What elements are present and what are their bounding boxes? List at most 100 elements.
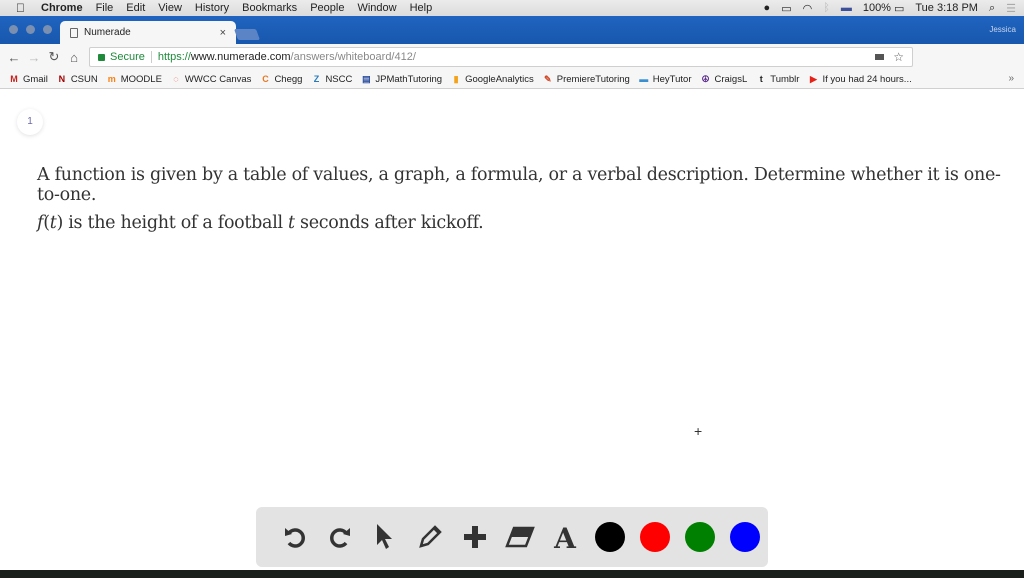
color-palette [587,522,767,552]
clock[interactable]: Tue 3:18 PM [915,2,978,14]
bookmark-item[interactable]: C Chegg [260,74,302,85]
svg-text:A: A [553,523,577,551]
bookmark-item[interactable]: ▬ HeyTutor [639,73,692,85]
bookmark-label: NSCC [325,73,353,85]
bookmark-item[interactable]: t Tumblr [756,74,800,85]
color-swatch-black[interactable] [594,522,625,552]
color-swatch-green[interactable] [684,522,715,552]
pencil-icon [418,525,442,548]
menu-window[interactable]: Window [357,2,396,14]
color-swatch-blue[interactable] [729,522,760,552]
plus-icon [463,526,486,548]
menu-bookmarks[interactable]: Bookmarks [242,2,297,14]
menu-help[interactable]: Help [410,2,433,14]
tab-close-icon[interactable]: × [220,27,226,39]
bookmark-label: If you had 24 hours... [822,73,912,85]
menu-app-name[interactable]: Chrome [41,2,83,14]
bookmark-item[interactable]: ▤ JPMathTutoring [361,74,442,85]
bookmark-label: HeyTutor [652,73,692,85]
bookmark-item[interactable]: ◌ WWCC Canvas [171,73,252,85]
calendar-icon: ▤ [362,74,371,84]
whiteboard-toolbar: A [256,507,768,567]
bookmark-item[interactable]: Z NSCC [311,73,353,85]
chegg-icon: C [262,74,269,84]
bookmarks-overflow-icon[interactable]: » [1008,73,1014,84]
peace-icon: ☮ [701,74,710,84]
youtube-icon: ▶ [810,74,817,84]
url-scheme: https:// [157,51,191,63]
url-path: /answers/whiteboard/412/ [290,51,416,63]
bookmark-item[interactable]: ▮ GoogleAnalytics [451,74,534,85]
browser-toolbar: ← → ↻ ⌂ Secure https:// www.numerade.com… [0,44,1024,107]
camera-icon[interactable] [875,54,884,60]
hangouts-icon[interactable]: ● [764,2,771,14]
close-window-button[interactable] [9,25,18,34]
home-icon[interactable]: ⌂ [64,50,84,65]
bookmark-star-icon[interactable]: ☆ [893,50,904,64]
color-swatch-red[interactable] [639,522,670,552]
battery-percent[interactable]: 100% [863,2,891,14]
bookmark-item[interactable]: M Gmail [9,74,48,85]
flag-icon[interactable]: ▬ [841,2,852,14]
add-button[interactable] [452,517,497,557]
bookmarks-bar: M Gmail N CSUN m MOODLE ◌ WWCC Canvas C Chegg Z NSC… [0,70,1024,89]
bookmark-item[interactable]: ☮ CraigsL [701,74,747,85]
bookmark-item[interactable]: N CSUN [57,74,98,85]
lock-icon[interactable] [98,53,105,61]
menu-file[interactable]: File [96,2,114,14]
pointer-icon [376,524,392,549]
text-icon: A [553,523,577,551]
menu-edit[interactable]: Edit [126,2,145,14]
window-controls [9,25,52,34]
menu-people[interactable]: People [310,2,344,14]
moodle-icon: m [107,74,116,84]
minimize-window-button[interactable] [26,25,35,34]
tab-numerade[interactable]: Numerade × [60,21,236,44]
forward-icon[interactable]: → [24,50,44,65]
redo-button[interactable] [317,517,362,557]
spotlight-icon[interactable]: ⌕ [989,2,995,15]
apple-icon[interactable]:  [16,1,28,15]
page-content: 1 A function is given by a table of valu… [0,89,1024,570]
bookmark-label: Gmail [23,73,48,85]
airplay-icon[interactable]: ▭ [781,2,791,15]
question-line-1: A function is given by a table of values… [37,165,1001,205]
bookmark-item[interactable]: m MOODLE [107,74,162,85]
heytutor-icon: ▬ [639,74,649,84]
undo-icon [284,528,305,548]
secure-label[interactable]: Secure [110,51,145,63]
pen-button[interactable] [407,517,452,557]
bookmark-label: Chegg [274,73,303,85]
bookmark-label: CSUN [70,73,98,85]
tab-strip: Numerade × Jessica [0,16,1024,44]
new-tab-button[interactable] [233,29,261,40]
reload-icon[interactable]: ↻ [44,49,64,65]
bookmark-label: WWCC Canvas [184,73,252,85]
url-host: www.numerade.com [190,51,291,63]
back-icon[interactable]: ← [4,50,24,65]
zoom-window-button[interactable] [43,25,52,34]
redo-icon [329,528,350,548]
eraser-icon [504,526,535,548]
wifi-icon[interactable]: ◠ [803,2,813,15]
premiere-icon: ✎ [543,74,552,84]
document-icon [70,27,78,38]
macos-menubar:  Chrome File Edit View History Bookmark… [0,0,1024,16]
text-button[interactable]: A [542,517,587,557]
menu-history[interactable]: History [195,2,229,14]
bluetooth-icon[interactable]: ᛒ [823,2,830,14]
canvas-icon: ◌ [173,74,179,84]
undo-button[interactable] [272,517,317,557]
page-number-badge[interactable]: 1 [17,109,43,135]
profile-name[interactable]: Jessica [989,25,1016,34]
address-bar[interactable]: Secure https:// www.numerade.com /answer… [89,47,913,67]
notification-center-icon[interactable]: ☰ [1006,2,1016,15]
bookmark-item[interactable]: ▶ If you had 24 hours... [808,73,912,85]
analytics-icon: ▮ [453,74,459,84]
select-button[interactable] [362,517,407,557]
bookmark-label: PremiereTutoring [556,73,630,85]
menu-view[interactable]: View [158,2,182,14]
bookmark-label: MOODLE [120,73,162,85]
bookmark-item[interactable]: ✎ PremiereTutoring [543,74,630,85]
eraser-button[interactable] [497,517,542,557]
